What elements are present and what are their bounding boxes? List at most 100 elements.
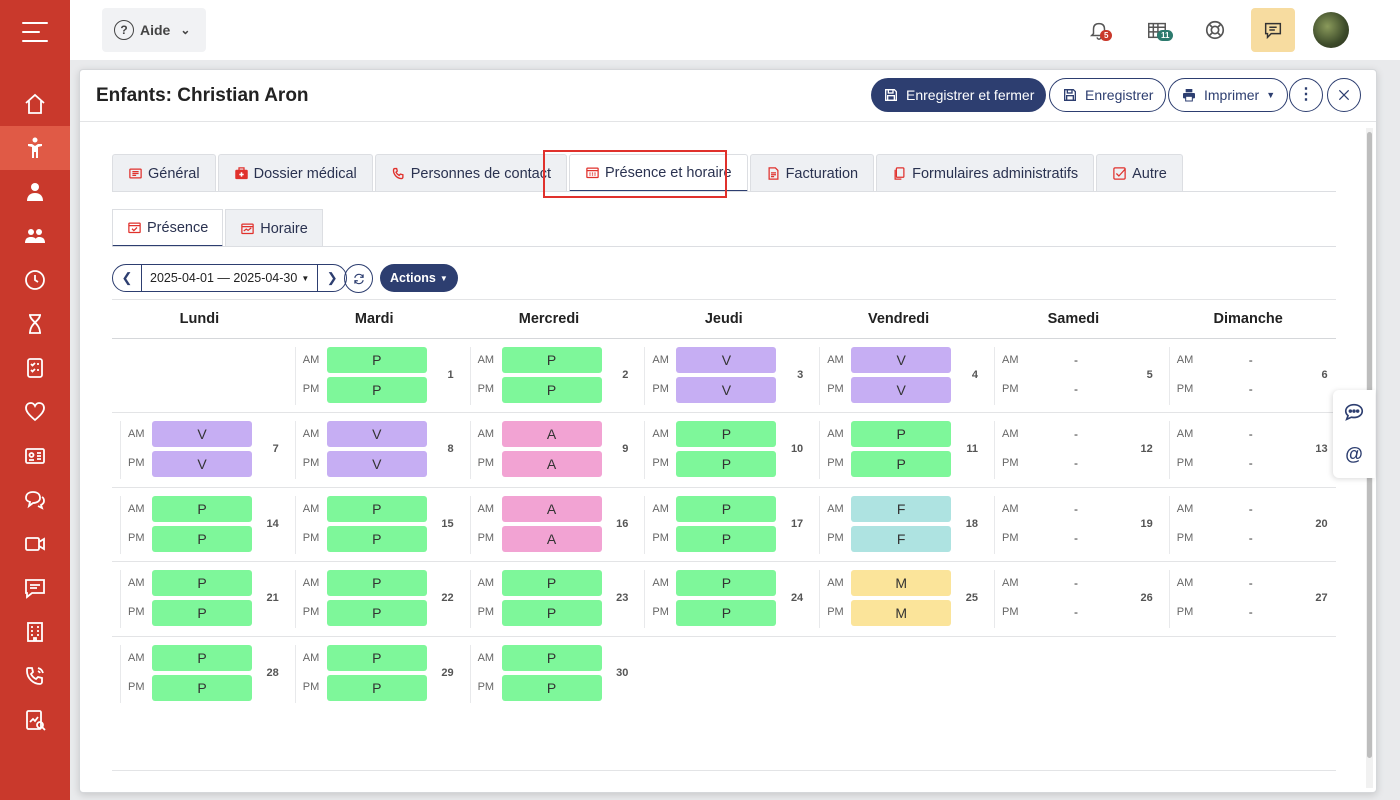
previous-period-button[interactable]: ❮ bbox=[113, 265, 141, 291]
am-status-pill[interactable]: P bbox=[326, 347, 427, 373]
save-button[interactable]: Enregistrer bbox=[1049, 78, 1167, 112]
tab-general[interactable]: Général bbox=[112, 154, 216, 192]
calendar-day-cell[interactable]: AM F PM F 18 bbox=[811, 488, 986, 562]
pm-status-empty[interactable]: - bbox=[1026, 382, 1126, 396]
am-status-pill[interactable]: P bbox=[676, 570, 777, 597]
pm-status-pill[interactable]: P bbox=[676, 451, 777, 478]
sidebar-chat-bubbles-icon[interactable] bbox=[0, 478, 70, 522]
am-status-pill[interactable]: V bbox=[676, 347, 777, 373]
pm-status-pill[interactable]: M bbox=[851, 600, 952, 627]
am-status-pill[interactable]: P bbox=[851, 421, 952, 448]
pm-status-pill[interactable]: V bbox=[152, 451, 252, 478]
calendar-day-cell[interactable]: AM P PM P 22 bbox=[287, 562, 462, 636]
next-period-button[interactable]: ❯ bbox=[318, 265, 346, 291]
am-status-pill[interactable]: P bbox=[326, 644, 427, 671]
sidebar-checklist-icon[interactable] bbox=[0, 346, 70, 390]
am-status-pill[interactable]: M bbox=[851, 570, 952, 597]
pm-status-pill[interactable]: P bbox=[326, 377, 427, 403]
calendar-day-cell[interactable]: AM A PM A 16 bbox=[462, 488, 637, 562]
actions-button[interactable]: Actions ▼ bbox=[380, 264, 458, 292]
tab-admin-forms[interactable]: Formulaires administratifs bbox=[876, 154, 1095, 192]
am-status-pill[interactable]: P bbox=[326, 495, 427, 522]
pm-status-pill[interactable]: F bbox=[851, 525, 952, 552]
pm-status-pill[interactable]: P bbox=[851, 451, 952, 478]
pm-status-pill[interactable]: A bbox=[501, 451, 602, 478]
calendar-day-cell[interactable]: AM P PM P 29 bbox=[287, 637, 462, 711]
subtab-attendance[interactable]: Présence bbox=[112, 209, 224, 247]
calendar-day-cell[interactable]: AM - PM -13 bbox=[1161, 413, 1336, 487]
pm-status-pill[interactable]: P bbox=[326, 600, 427, 627]
calendar-day-cell[interactable]: AM P PM P 1 bbox=[287, 339, 462, 413]
pm-status-pill[interactable]: V bbox=[676, 377, 777, 403]
am-status-pill[interactable]: P bbox=[326, 570, 427, 597]
pm-status-empty[interactable]: - bbox=[1026, 605, 1126, 619]
am-status-empty[interactable]: - bbox=[1026, 502, 1126, 516]
pm-status-pill[interactable]: P bbox=[501, 600, 602, 627]
pm-status-pill[interactable]: P bbox=[152, 674, 252, 701]
calendar-day-cell[interactable]: AM P PM P 11 bbox=[811, 413, 986, 487]
chat-dots-icon[interactable] bbox=[1342, 400, 1366, 424]
refresh-button[interactable] bbox=[344, 264, 373, 293]
pm-status-pill[interactable]: P bbox=[676, 525, 777, 552]
am-status-pill[interactable]: P bbox=[152, 644, 252, 671]
sidebar-hourglass-icon[interactable] bbox=[0, 302, 70, 346]
calendar-day-cell[interactable]: AM P PM P 15 bbox=[287, 488, 462, 562]
am-status-empty[interactable]: - bbox=[1026, 353, 1126, 367]
calendar-day-cell[interactable]: AM - PM -12 bbox=[986, 413, 1161, 487]
sidebar-group-icon[interactable] bbox=[0, 214, 70, 258]
sidebar-message-icon[interactable] bbox=[0, 566, 70, 610]
calendar-day-cell[interactable]: AM V PM V 8 bbox=[287, 413, 462, 487]
sidebar-heart-icon[interactable] bbox=[0, 390, 70, 434]
pm-status-pill[interactable]: P bbox=[326, 525, 427, 552]
sidebar-video-icon[interactable] bbox=[0, 522, 70, 566]
calendar-day-cell[interactable]: AM P PM P 14 bbox=[112, 488, 287, 562]
avatar[interactable] bbox=[1313, 12, 1349, 48]
calendar-day-cell[interactable]: AM - PM -20 bbox=[1161, 488, 1336, 562]
calendar-day-cell[interactable]: AM V PM V 7 bbox=[112, 413, 287, 487]
am-status-pill[interactable]: F bbox=[851, 495, 952, 522]
am-status-pill[interactable]: A bbox=[501, 421, 602, 448]
calendar-day-cell[interactable]: AM P PM P 21 bbox=[112, 562, 287, 636]
am-status-empty[interactable]: - bbox=[1201, 353, 1301, 367]
am-status-pill[interactable]: P bbox=[501, 570, 602, 597]
pm-status-pill[interactable]: P bbox=[152, 600, 252, 627]
help-button[interactable]: ? Aide ⌄ bbox=[102, 8, 206, 52]
more-options-button[interactable]: ⋮ bbox=[1289, 78, 1323, 112]
tab-billing[interactable]: Facturation bbox=[749, 154, 875, 192]
pm-status-empty[interactable]: - bbox=[1026, 456, 1126, 470]
calendar-table-icon[interactable]: 11 bbox=[1143, 16, 1174, 44]
calendar-day-cell[interactable]: AM P PM P 30 bbox=[462, 637, 637, 711]
am-status-pill[interactable]: V bbox=[851, 347, 952, 373]
am-status-pill[interactable]: P bbox=[152, 570, 252, 597]
bell-icon[interactable]: 5 bbox=[1085, 16, 1113, 44]
calendar-day-cell[interactable]: AM P PM P 28 bbox=[112, 637, 287, 711]
pm-status-empty[interactable]: - bbox=[1201, 605, 1301, 619]
date-range-select[interactable]: 2025-04-01 — 2025-04-30 ▼ bbox=[141, 265, 319, 291]
lifebuoy-icon[interactable] bbox=[1201, 16, 1229, 44]
pm-status-empty[interactable]: - bbox=[1201, 531, 1301, 545]
pm-status-pill[interactable]: V bbox=[326, 451, 427, 478]
am-status-pill[interactable]: P bbox=[676, 495, 777, 522]
close-button[interactable] bbox=[1327, 78, 1361, 112]
sidebar-report-icon[interactable] bbox=[0, 698, 70, 742]
print-button[interactable]: Imprimer ▼ bbox=[1168, 78, 1289, 112]
calendar-day-cell[interactable]: AM V PM V 3 bbox=[636, 339, 811, 413]
sidebar-clock-icon[interactable] bbox=[0, 258, 70, 302]
subtab-schedule[interactable]: Horaire bbox=[225, 209, 323, 247]
calendar-day-cell[interactable]: AM P PM P 23 bbox=[462, 562, 637, 636]
tab-other[interactable]: Autre bbox=[1096, 154, 1183, 192]
pm-status-empty[interactable]: - bbox=[1026, 531, 1126, 545]
am-status-pill[interactable]: P bbox=[676, 421, 777, 448]
sidebar-building-icon[interactable] bbox=[0, 610, 70, 654]
am-status-empty[interactable]: - bbox=[1201, 576, 1301, 590]
calendar-day-cell[interactable]: AM - PM -5 bbox=[986, 339, 1161, 413]
calendar-day-cell[interactable]: AM M PM M 25 bbox=[811, 562, 986, 636]
am-status-pill[interactable]: P bbox=[501, 347, 602, 373]
am-status-empty[interactable]: - bbox=[1026, 427, 1126, 441]
calendar-day-cell[interactable]: AM - PM -19 bbox=[986, 488, 1161, 562]
calendar-day-cell[interactable]: AM A PM A 9 bbox=[462, 413, 637, 487]
calendar-day-cell[interactable]: AM P PM P 10 bbox=[636, 413, 811, 487]
am-status-empty[interactable]: - bbox=[1201, 427, 1301, 441]
pm-status-pill[interactable]: P bbox=[152, 525, 252, 552]
am-status-pill[interactable]: V bbox=[326, 421, 427, 448]
